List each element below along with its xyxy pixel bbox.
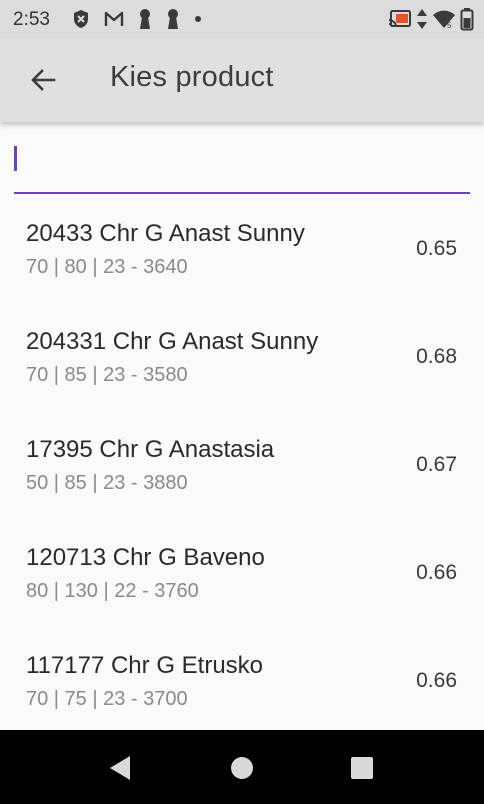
status-icons-left: [72, 8, 202, 30]
data-arrows-icon: [416, 8, 428, 30]
product-title: 20433 Chr G Anast Sunny: [26, 220, 305, 247]
keyhole-icon: [138, 8, 152, 30]
product-value: 0.66: [416, 669, 457, 692]
wifi-icon: 5: [432, 9, 456, 29]
text-cursor: [14, 146, 17, 171]
back-triangle-icon: [108, 755, 132, 781]
product-subtitle: 80 | 130 | 22 - 3760: [26, 580, 199, 602]
product-title: 120713 Chr G Baveno: [26, 544, 265, 571]
product-title: 17395 Chr G Anastasia: [26, 436, 275, 463]
list-item[interactable]: 17395 Chr G Anastasia 50 | 85 | 23 - 388…: [0, 412, 484, 520]
list-item[interactable]: 117177 Chr G Etrusko 70 | 75 | 23 - 3700…: [0, 628, 484, 730]
navigation-bar: [0, 730, 484, 804]
recents-square-icon: [350, 756, 374, 780]
svg-text:5: 5: [447, 21, 452, 29]
product-subtitle: 70 | 75 | 23 - 3700: [26, 688, 188, 710]
nav-recents-button[interactable]: [348, 754, 376, 782]
product-value: 0.65: [416, 237, 457, 260]
list-item[interactable]: 20433 Chr G Anast Sunny 70 | 80 | 23 - 3…: [0, 196, 484, 304]
product-subtitle: 50 | 85 | 23 - 3880: [26, 472, 188, 494]
product-subtitle: 70 | 80 | 23 - 3640: [26, 256, 188, 278]
back-button[interactable]: [18, 55, 68, 105]
search-field[interactable]: [14, 138, 470, 194]
product-list[interactable]: 20433 Chr G Anast Sunny 70 | 80 | 23 - 3…: [0, 196, 484, 730]
device-screen: 2:53 5 Kies product 20433 Chr G Anast Su…: [0, 0, 484, 804]
product-value: 0.68: [416, 345, 457, 368]
dot-icon: [194, 15, 202, 23]
cast-icon: [388, 9, 412, 29]
shield-icon: [72, 9, 90, 29]
status-time: 2:53: [13, 9, 50, 30]
status-bar: 2:53 5: [0, 0, 484, 38]
nav-home-button[interactable]: [228, 754, 256, 782]
list-item[interactable]: 120713 Chr G Baveno 80 | 130 | 22 - 3760…: [0, 520, 484, 628]
keyhole-icon: [166, 8, 180, 30]
product-value: 0.67: [416, 453, 457, 476]
gmail-icon: [104, 10, 124, 28]
app-bar: Kies product: [0, 38, 484, 122]
product-value: 0.66: [416, 561, 457, 584]
product-title: 117177 Chr G Etrusko: [26, 652, 264, 679]
nav-back-button[interactable]: [106, 754, 134, 782]
search-input[interactable]: [14, 138, 470, 192]
page-title: Kies product: [110, 61, 274, 93]
product-subtitle: 70 | 85 | 23 - 3580: [26, 364, 188, 386]
home-circle-icon: [230, 756, 254, 780]
product-title: 204331 Chr G Anast Sunny: [26, 328, 319, 355]
battery-icon: [460, 7, 474, 31]
list-item[interactable]: 204331 Chr G Anast Sunny 70 | 85 | 23 - …: [0, 304, 484, 412]
arrow-left-icon: [30, 68, 56, 92]
status-icons-right: 5: [388, 7, 474, 31]
